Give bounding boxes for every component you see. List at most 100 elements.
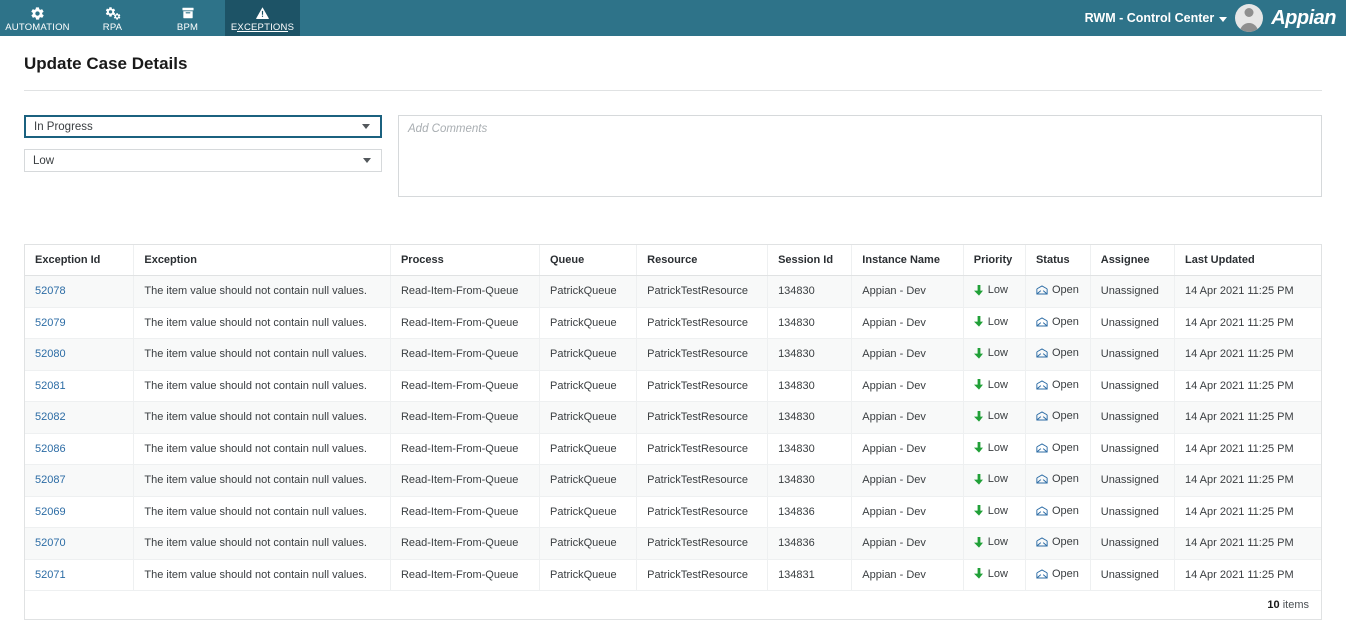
cell-queue: PatrickQueue <box>539 496 638 528</box>
table-row[interactable]: 52087 The item value should not contain n… <box>25 464 1321 497</box>
exception-id-link[interactable]: 52081 <box>35 380 66 392</box>
table-row[interactable]: 52080 The item value should not contain n… <box>25 338 1321 371</box>
cell-instance-name: Appian - Dev <box>851 338 964 371</box>
arrow-down-icon <box>973 316 984 327</box>
column-header-resource[interactable]: Resource <box>636 245 769 276</box>
gears-icon <box>105 6 121 21</box>
cell-last-updated: 14 Apr 2021 11:25 PM <box>1174 338 1321 371</box>
form-right-column <box>398 115 1322 202</box>
title-divider <box>24 90 1322 91</box>
exception-id-link[interactable]: 52078 <box>35 285 66 297</box>
priority-label: Low <box>987 504 1008 517</box>
cell-exception: The item value should not contain null v… <box>133 559 391 591</box>
column-header-process[interactable]: Process <box>390 245 540 276</box>
cell-exception: The item value should not contain null v… <box>133 464 391 497</box>
nav-tab-exceptions[interactable]: EXCEPTIONS <box>225 0 300 36</box>
cell-session-id: 134830 <box>767 307 853 339</box>
nav-tab-bpm[interactable]: BPM <box>150 0 225 36</box>
cell-resource: PatrickTestResource <box>636 496 769 528</box>
cell-process: Read-Item-From-Queue <box>390 496 540 528</box>
cell-last-updated: 14 Apr 2021 11:25 PM <box>1174 370 1321 402</box>
exception-id-link[interactable]: 52082 <box>35 411 66 423</box>
cell-resource: PatrickTestResource <box>636 527 769 560</box>
page-title: Update Case Details <box>24 54 188 73</box>
open-envelope-icon <box>1036 348 1048 358</box>
cell-session-id: 134830 <box>767 401 853 434</box>
cell-queue: PatrickQueue <box>539 275 638 308</box>
column-header-exception-id[interactable]: Exception Id <box>25 245 135 276</box>
priority-select[interactable]: Low <box>24 149 382 172</box>
table-row[interactable]: 52086 The item value should not contain n… <box>25 433 1321 465</box>
cell-status: Open <box>1025 275 1091 308</box>
form-row: In Progress Low <box>24 115 1322 202</box>
column-header-instance-name[interactable]: Instance Name <box>851 245 964 276</box>
status-label: Open <box>1051 347 1079 360</box>
column-header-last-updated[interactable]: Last Updated <box>1174 245 1321 276</box>
user-context-menu[interactable]: RWM - Control Center <box>1085 11 1228 25</box>
table-row[interactable]: 52071 The item value should not contain n… <box>25 559 1321 591</box>
cell-session-id: 134830 <box>767 275 853 308</box>
priority-label: Low <box>987 567 1008 580</box>
cell-resource: PatrickTestResource <box>636 338 769 371</box>
nav-tab-rpa[interactable]: RPA <box>75 0 150 36</box>
table-row[interactable]: 52079 The item value should not contain n… <box>25 307 1321 339</box>
column-header-session-id[interactable]: Session Id <box>767 245 853 276</box>
table-row[interactable]: 52082 The item value should not contain n… <box>25 401 1321 434</box>
cell-status: Open <box>1025 527 1091 560</box>
exception-id-link[interactable]: 52071 <box>35 569 66 581</box>
exception-id-link[interactable]: 52069 <box>35 506 66 518</box>
exception-id-link[interactable]: 52087 <box>35 474 66 486</box>
status-select[interactable]: In Progress <box>24 115 382 138</box>
table-row[interactable]: 52069 The item value should not contain n… <box>25 496 1321 528</box>
exception-id-link[interactable]: 52080 <box>35 348 66 360</box>
priority-label: Low <box>987 441 1008 454</box>
chevron-down-icon <box>1219 16 1228 22</box>
cell-assignee: Unassigned <box>1090 307 1175 339</box>
column-header-priority[interactable]: Priority <box>963 245 1026 276</box>
column-header-assignee[interactable]: Assignee <box>1090 245 1175 276</box>
cell-process: Read-Item-From-Queue <box>390 559 540 591</box>
cell-status: Open <box>1025 559 1091 591</box>
cell-status: Open <box>1025 370 1091 402</box>
action-bar: CANCEL UPDATE ALL <box>24 620 1322 634</box>
cell-exception: The item value should not contain null v… <box>133 401 391 434</box>
cell-exception-id: 52080 <box>25 338 135 371</box>
exception-id-link[interactable]: 52079 <box>35 317 66 329</box>
cell-last-updated: 14 Apr 2021 11:25 PM <box>1174 527 1321 560</box>
cell-priority: Low <box>963 433 1026 465</box>
open-envelope-icon <box>1036 569 1048 579</box>
cell-exception: The item value should not contain null v… <box>133 433 391 465</box>
open-envelope-icon <box>1036 285 1048 295</box>
column-header-queue[interactable]: Queue <box>539 245 638 276</box>
cell-resource: PatrickTestResource <box>636 464 769 497</box>
comments-textarea[interactable] <box>398 115 1322 197</box>
nav-tab-automation[interactable]: AUTOMATION <box>0 0 75 36</box>
arrow-down-icon <box>973 505 984 516</box>
table-row[interactable]: 52078 The item value should not contain n… <box>25 275 1321 308</box>
chevron-down-icon <box>363 158 371 163</box>
cell-queue: PatrickQueue <box>539 464 638 497</box>
cell-priority: Low <box>963 527 1026 560</box>
table-row[interactable]: 52070 The item value should not contain n… <box>25 527 1321 560</box>
column-header-exception[interactable]: Exception <box>133 245 391 276</box>
priority-label: Low <box>987 536 1008 548</box>
cell-process: Read-Item-From-Queue <box>390 433 540 465</box>
cell-queue: PatrickQueue <box>539 338 638 371</box>
cell-assignee: Unassigned <box>1090 464 1175 497</box>
table-row[interactable]: 52081 The item value should not contain n… <box>25 370 1321 402</box>
cell-assignee: Unassigned <box>1090 338 1175 371</box>
cell-assignee: Unassigned <box>1090 401 1175 434</box>
table-header-row: Exception Id Exception Process Queue Res… <box>25 245 1321 276</box>
avatar[interactable] <box>1235 4 1264 32</box>
exception-id-link[interactable]: 52070 <box>35 537 66 549</box>
open-envelope-icon <box>1036 380 1048 390</box>
cell-priority: Low <box>963 275 1026 308</box>
priority-label: Low <box>987 315 1008 328</box>
exceptions-table: Exception Id Exception Process Queue Res… <box>25 245 1321 591</box>
column-header-status[interactable]: Status <box>1025 245 1091 276</box>
arrow-down-icon <box>973 410 984 422</box>
cell-last-updated: 14 Apr 2021 11:25 PM <box>1174 464 1321 497</box>
cell-instance-name: Appian - Dev <box>851 559 964 591</box>
warning-triangle-icon <box>255 6 270 21</box>
exception-id-link[interactable]: 52086 <box>35 443 66 455</box>
